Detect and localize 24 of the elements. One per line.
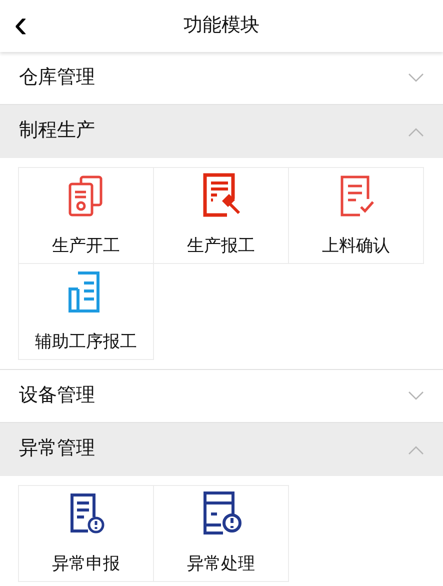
tile-label: 辅助工序报工 [35,331,137,353]
back-icon[interactable]: ‹ [14,6,28,42]
section-header[interactable]: 异常管理 [0,423,443,476]
module-tile[interactable]: 生产开工 [19,168,153,263]
module-tile[interactable]: 异常申报 [19,486,153,581]
module-tile[interactable]: 生产报工 [154,168,288,263]
module-tile[interactable]: 上料确认 [289,168,423,263]
tile-label: 异常处理 [187,553,255,575]
section-title: 仓库管理 [19,66,96,90]
tile-label: 上料确认 [322,235,390,257]
tile-label: 生产开工 [52,235,120,257]
page-title: 功能模块 [184,14,260,38]
section-title: 异常管理 [19,437,96,462]
chevron-down-icon [408,73,424,83]
module-tile[interactable]: 辅助工序报工 [19,264,153,359]
section-header[interactable]: 制程生产 [0,105,443,158]
section-title: 制程生产 [19,119,96,144]
module-tile[interactable]: 异常处理 [154,486,288,581]
chevron-down-icon [408,391,424,401]
tile-label: 生产报工 [187,235,255,257]
tile-label: 异常申报 [52,553,120,575]
chevron-up-icon [408,444,424,454]
section-title: 设备管理 [19,384,96,408]
chevron-up-icon [408,126,424,136]
